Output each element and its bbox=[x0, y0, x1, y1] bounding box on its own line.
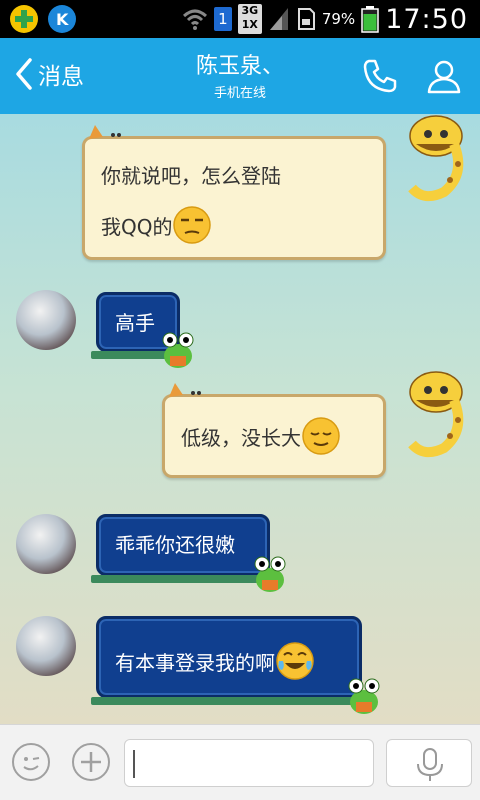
cat-ears-decoration-icon bbox=[89, 125, 121, 139]
message-bubble-incoming[interactable]: 乖乖你还很嫩 bbox=[91, 514, 275, 583]
microphone-icon bbox=[417, 748, 443, 781]
call-button[interactable] bbox=[360, 56, 400, 96]
contact-profile-icon bbox=[427, 60, 461, 94]
contact-avatar[interactable] bbox=[16, 290, 76, 350]
giraffe-sticker-icon bbox=[408, 371, 464, 458]
chalkboard-ledge bbox=[91, 575, 275, 583]
message-text: 低级，没长大 bbox=[181, 425, 301, 450]
chat-messages[interactable]: 你就说吧，怎么登陆 我QQ的 高手 低级，没长大 乖乖你还很嫩 有本事登录我的啊 bbox=[0, 114, 480, 724]
message-input-bar bbox=[0, 724, 480, 800]
tears-of-joy-emoji-icon bbox=[276, 642, 314, 680]
network-type-badge: 3G 1X bbox=[237, 4, 262, 34]
cat-ears-decoration-icon bbox=[169, 383, 201, 397]
signal-strength-icon bbox=[269, 8, 288, 30]
text-caret bbox=[133, 750, 135, 778]
emoji-button[interactable] bbox=[12, 743, 50, 781]
message-text: 我QQ的 bbox=[101, 214, 173, 239]
plus-button[interactable] bbox=[72, 743, 110, 781]
voice-input-button[interactable] bbox=[386, 739, 472, 787]
plus-icon bbox=[81, 752, 101, 772]
emoji-icon bbox=[23, 757, 40, 771]
status-bar: K 1 3G 1X 79% 17:50 bbox=[0, 0, 480, 38]
contact-avatar[interactable] bbox=[16, 514, 76, 574]
message-text: 乖乖你还很嫩 bbox=[115, 533, 235, 557]
sim-slot-badge: 1 bbox=[213, 7, 232, 31]
message-text: 高手 bbox=[115, 311, 155, 335]
app-notification-icon bbox=[10, 5, 38, 33]
giraffe-sticker-icon bbox=[408, 115, 464, 202]
wifi-icon bbox=[182, 9, 207, 30]
battery-icon bbox=[361, 6, 379, 33]
contact-profile-button[interactable] bbox=[424, 56, 464, 96]
svg-text:K: K bbox=[56, 10, 69, 29]
chalkboard-ledge bbox=[91, 697, 367, 705]
message-bubble-outgoing[interactable]: 你就说吧，怎么登陆 我QQ的 bbox=[82, 125, 386, 260]
battery-percent: 79% bbox=[321, 10, 356, 28]
contact-name: 陈玉泉、 bbox=[195, 54, 284, 79]
message-bubble-outgoing[interactable]: 低级，没长大 bbox=[162, 383, 386, 478]
contact-avatar[interactable] bbox=[16, 616, 76, 676]
relieved-face-emoji-icon bbox=[302, 417, 340, 455]
frog-sticker-icon bbox=[254, 556, 286, 592]
phone-icon bbox=[363, 59, 397, 93]
message-text: 你就说吧，怎么登陆 bbox=[101, 163, 281, 188]
chat-header: 消息 陈玉泉、 手机在线 bbox=[0, 38, 480, 114]
message-bubble-incoming[interactable]: 有本事登录我的啊 bbox=[91, 616, 367, 705]
message-text: 有本事登录我的啊 bbox=[115, 650, 275, 675]
message-text-input[interactable] bbox=[124, 739, 374, 787]
sd-card-icon bbox=[297, 8, 315, 30]
clock: 17:50 bbox=[385, 3, 468, 35]
kugou-notification-icon: K bbox=[48, 5, 76, 33]
unamused-face-emoji-icon bbox=[173, 206, 212, 244]
frog-sticker-icon bbox=[348, 678, 380, 714]
online-status: 手机在线 bbox=[213, 86, 266, 101]
frog-sticker-icon bbox=[162, 332, 194, 368]
